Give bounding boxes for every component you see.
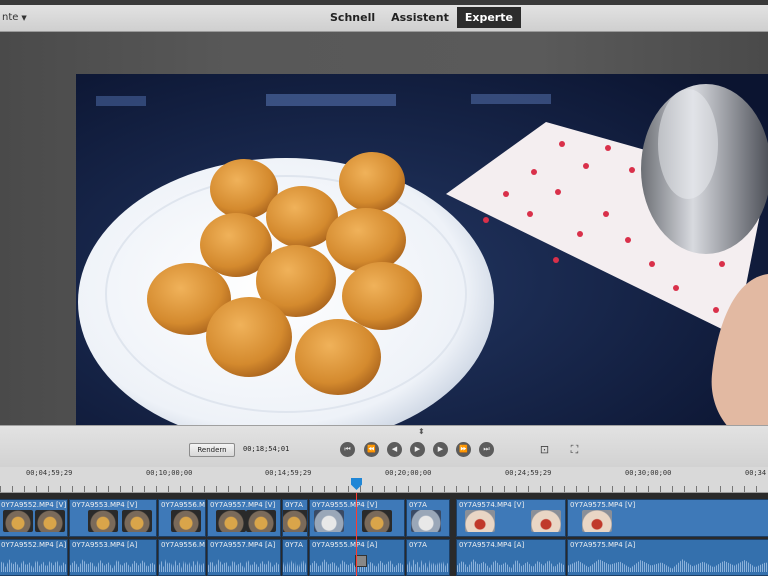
clip-label: 0Y7A [285, 541, 303, 549]
audio-clip[interactable]: 0Y7A [406, 539, 450, 576]
clip-label: 0Y7A [409, 501, 427, 509]
audio-waveform [407, 559, 449, 572]
resize-grip-icon[interactable]: ⬍ [418, 427, 425, 436]
audio-waveform [568, 559, 768, 572]
ruler-label: 00;34 [745, 469, 767, 477]
audio-waveform [70, 559, 156, 572]
tab-experte[interactable]: Experte [456, 7, 521, 28]
monitor-controls: ⬍ Rendern 00;18;54;01 ⏮ ⏪ ◀ ▶ ▶ ⏩ ⏭ ⊡ ⛶ [0, 425, 768, 467]
ruler-ticks [0, 486, 768, 492]
clip-thumbnail [3, 510, 33, 532]
go-to-end-icon[interactable]: ⏭ [479, 442, 494, 457]
clip-label: 0Y7A [285, 501, 303, 509]
clip-thumbnail [411, 510, 441, 532]
clip-thumbnail [465, 510, 495, 532]
clip-label: 0Y7A9553.MP4 [V] [72, 501, 138, 509]
step-forward-icon[interactable]: ⏩ [456, 442, 471, 457]
ruler-label: 00;10;00;00 [146, 469, 193, 477]
audio-clip[interactable]: 0Y7A9556.MP4 [A] [158, 539, 206, 576]
video-clip[interactable]: 0Y7A9575.MP4 [V] [567, 499, 768, 537]
clip-label: 0Y7A9574.MP4 [V] [459, 501, 525, 509]
window-strip [0, 0, 768, 5]
timeline-ruler[interactable]: 00;04;59;29 00;10;00;00 00;14;59;29 00;2… [0, 467, 768, 493]
clip-label: 0Y7A [409, 541, 427, 549]
ruler-label: 00;04;59;29 [26, 469, 73, 477]
play-icon[interactable]: ▶ [410, 442, 425, 457]
top-bar: nte ▼ Schnell Assistent Experte [0, 0, 768, 32]
audio-waveform [0, 559, 67, 572]
clip-label: 0Y7A9552.MP4 [V] [1, 501, 67, 509]
audio-clip[interactable]: 0Y7A9553.MP4 [A] [69, 539, 157, 576]
frame-forward-icon[interactable]: ▶ [433, 442, 448, 457]
video-frame [76, 74, 768, 446]
video-clip[interactable]: 0Y7A9555.MP4 [V] [309, 499, 405, 537]
clip-label: 0Y7A9574.MP4 [A] [459, 541, 525, 549]
fullscreen-icon[interactable]: ⛶ [567, 443, 582, 456]
audio-waveform [283, 559, 307, 572]
step-back-icon[interactable]: ⏪ [364, 442, 379, 457]
ruler-label: 00;14;59;29 [265, 469, 312, 477]
ruler-label: 00;30;00;00 [625, 469, 672, 477]
tab-assistent[interactable]: Assistent [383, 7, 457, 28]
clip-thumbnail [582, 510, 612, 532]
video-clip[interactable]: 0Y7A9553.MP4 [V] [69, 499, 157, 537]
audio-waveform [457, 559, 565, 572]
clip-thumbnail [171, 510, 201, 532]
ruler-label: 00;24;59;29 [505, 469, 552, 477]
audio-clip[interactable]: 0Y7A9575.MP4 [A] [567, 539, 768, 576]
mode-menu-label: nte [2, 12, 19, 23]
video-clip[interactable]: 0Y7A [406, 499, 450, 537]
ruler-label: 00;20;00;00 [385, 469, 432, 477]
go-to-start-icon[interactable]: ⏮ [340, 442, 355, 457]
tab-schnell[interactable]: Schnell [322, 7, 383, 28]
clip-label: 0Y7A9555.MP4 [A] [312, 541, 378, 549]
clip-label: 0Y7A9557.MP4 [A] [210, 541, 276, 549]
clip-thumbnail [531, 510, 561, 532]
video-clip[interactable]: 0Y7A9552.MP4 [V] [0, 499, 68, 537]
playhead-line [356, 493, 357, 576]
clip-label: 0Y7A9555.MP4 [V] [312, 501, 378, 509]
chevron-down-icon: ▼ [21, 14, 27, 22]
video-preview [76, 74, 768, 446]
clip-thumbnail [246, 510, 276, 532]
audio-clip[interactable]: 0Y7A [282, 539, 308, 576]
video-clip[interactable]: 0Y7A9556.MP4 [V] [158, 499, 206, 537]
safe-margins-icon[interactable]: ⊡ [537, 443, 552, 456]
clip-thumbnail [122, 510, 152, 532]
frame-back-icon[interactable]: ◀ [387, 442, 402, 457]
clip-label: 0Y7A9575.MP4 [A] [570, 541, 636, 549]
video-clip[interactable]: 0Y7A9557.MP4 [V] [207, 499, 281, 537]
audio-waveform [208, 559, 280, 572]
audio-clip[interactable]: 0Y7A9574.MP4 [A] [456, 539, 566, 576]
video-clip[interactable]: 0Y7A9574.MP4 [V] [456, 499, 566, 537]
video-clip[interactable]: 0Y7A [282, 499, 308, 537]
clip-thumbnail [35, 510, 65, 532]
preview-monitor [0, 32, 768, 446]
clip-label: 0Y7A9556.MP4 [V] [161, 501, 206, 509]
current-timecode: 00;18;54;01 [243, 445, 290, 453]
audio-clip[interactable]: 0Y7A9552.MP4 [A] [0, 539, 68, 576]
mode-menu[interactable]: nte ▼ [2, 12, 27, 23]
video-track: 0Y7A9552.MP4 [V] 0Y7A9553.MP4 [V] 0Y7A95… [0, 499, 768, 537]
clip-thumbnail [362, 510, 392, 532]
mode-tabs: Schnell Assistent Experte [322, 7, 521, 28]
timeline-tracks: 0Y7A9552.MP4 [V] 0Y7A9553.MP4 [V] 0Y7A95… [0, 493, 768, 576]
audio-track: 0Y7A9552.MP4 [A] 0Y7A9553.MP4 [A] 0Y7A95… [0, 539, 768, 576]
clip-thumbnail [88, 510, 118, 532]
audio-clip[interactable]: 0Y7A9557.MP4 [A] [207, 539, 281, 576]
clip-thumbnail [216, 510, 246, 532]
clip-thumbnail [283, 510, 307, 532]
clip-label: 0Y7A9556.MP4 [A] [161, 541, 206, 549]
clip-thumbnail [314, 510, 344, 532]
clip-label: 0Y7A9552.MP4 [A] [1, 541, 67, 549]
render-button[interactable]: Rendern [189, 443, 235, 457]
clip-label: 0Y7A9553.MP4 [A] [72, 541, 138, 549]
audio-waveform [159, 559, 205, 572]
clip-label: 0Y7A9575.MP4 [V] [570, 501, 636, 509]
clip-label: 0Y7A9557.MP4 [V] [210, 501, 276, 509]
